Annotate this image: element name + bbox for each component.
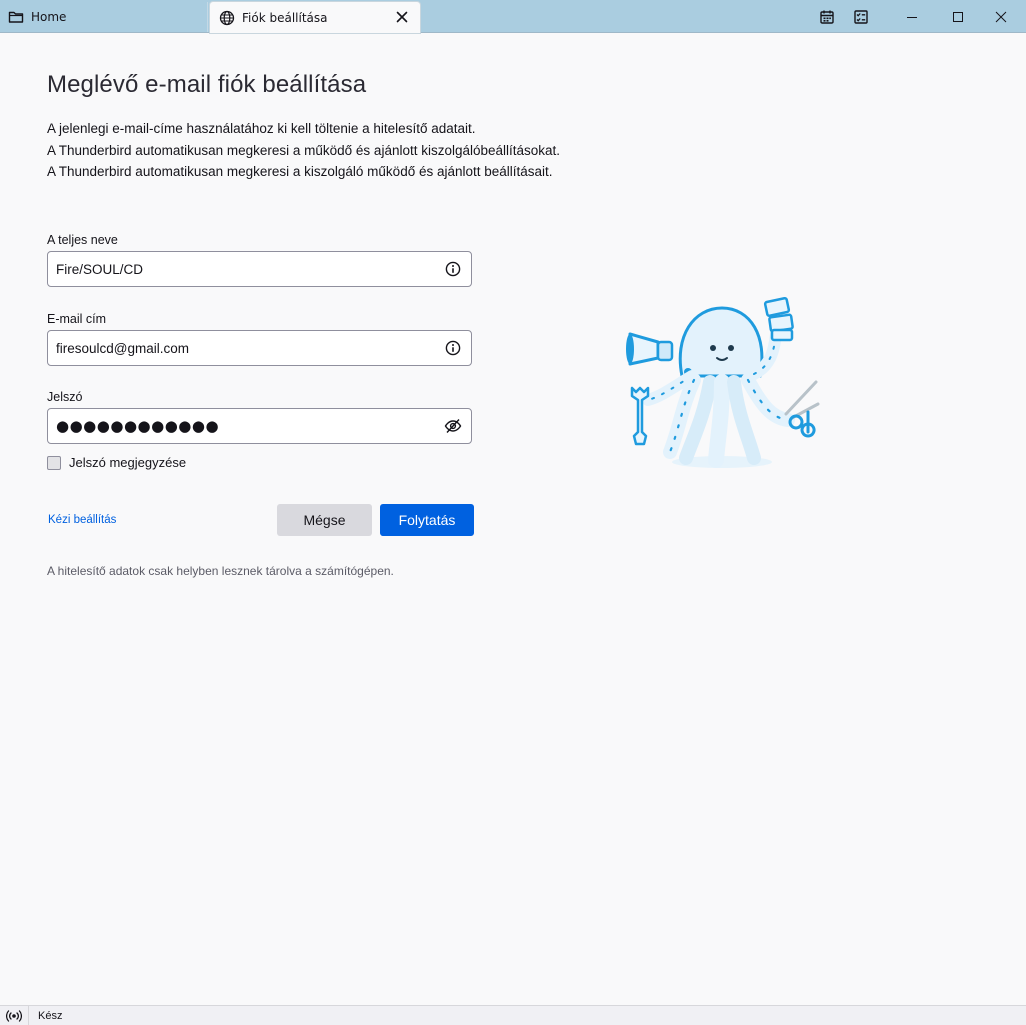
folder-icon — [8, 9, 24, 25]
status-text: Kész — [38, 1009, 63, 1022]
intro-text: A jelenlegi e-mail-címe használatához ki… — [47, 118, 687, 183]
eye-slash-icon[interactable] — [442, 415, 464, 437]
password-label: Jelszó — [47, 390, 83, 404]
status-bar: Kész — [0, 1005, 1026, 1025]
tab-account-setup[interactable]: Fiók beállítása — [210, 2, 420, 33]
remember-password-label: Jelszó megjegyzése — [69, 455, 187, 470]
password-field[interactable]: ●●●●●●●●●●●● — [47, 408, 472, 444]
close-icon[interactable] — [988, 4, 1014, 30]
maximize-icon[interactable] — [945, 4, 971, 30]
info-icon[interactable] — [442, 258, 464, 280]
privacy-note: A hitelesítő adatok csak helyben lesznek… — [47, 564, 394, 578]
password-input[interactable]: ●●●●●●●●●●●● — [48, 417, 442, 435]
info-icon[interactable] — [442, 337, 464, 359]
minimize-icon[interactable] — [899, 4, 925, 30]
title-bar: Home Fiók beállítása — [0, 0, 1026, 33]
cancel-button[interactable]: Mégse — [277, 504, 372, 536]
email-label: E-mail cím — [47, 312, 107, 326]
octopus-illustration — [622, 296, 828, 474]
continue-button[interactable]: Folytatás — [380, 504, 474, 536]
calendar-icon[interactable] — [814, 4, 840, 30]
tasks-icon[interactable] — [848, 4, 874, 30]
email-input[interactable] — [48, 331, 442, 365]
intro-line: A jelenlegi e-mail-címe használatához ki… — [47, 121, 476, 136]
manual-config-link[interactable]: Kézi beállítás — [48, 514, 116, 526]
email-field[interactable] — [47, 330, 472, 366]
full-name-input[interactable] — [48, 252, 442, 286]
globe-icon — [219, 10, 235, 26]
page-title: Meglévő e-mail fiók beállítása — [47, 71, 367, 98]
tab-home-label: Home — [31, 10, 67, 24]
full-name-label: A teljes neve — [47, 233, 118, 247]
intro-line: A Thunderbird automatikusan megkeresi a … — [47, 164, 553, 179]
close-icon[interactable] — [394, 9, 410, 25]
tab-account-setup-label: Fiók beállítása — [242, 10, 328, 25]
tab-home[interactable]: Home — [0, 2, 208, 32]
activity-icon[interactable] — [0, 1006, 29, 1025]
remember-password[interactable]: Jelszó megjegyzése — [47, 455, 186, 470]
full-name-field[interactable] — [47, 251, 472, 287]
remember-password-checkbox[interactable] — [47, 455, 61, 470]
intro-line: A Thunderbird automatikusan megkeresi a … — [47, 142, 561, 158]
